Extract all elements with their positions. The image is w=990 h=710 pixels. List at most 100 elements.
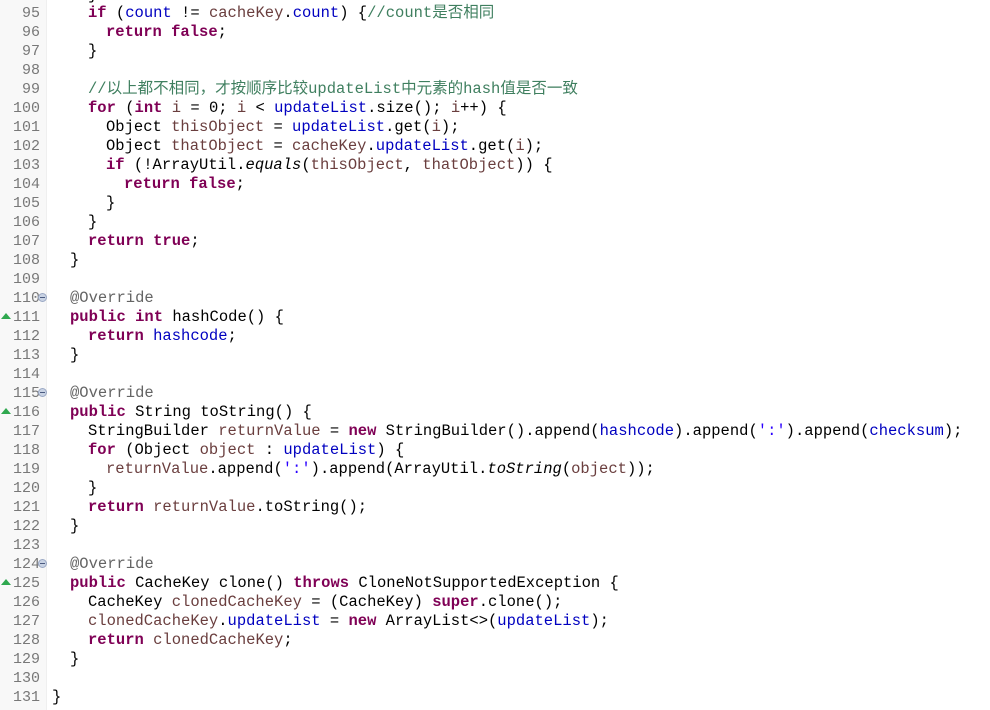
code-line[interactable]: 108} <box>0 251 990 270</box>
code-line[interactable]: 104 return false; <box>0 175 990 194</box>
code-text: = <box>320 422 349 440</box>
code-line[interactable]: 125 public CacheKey clone() throws CloneN… <box>0 574 990 593</box>
code-line[interactable]: 113} <box>0 346 990 365</box>
line-number: 117 <box>12 423 40 440</box>
code-text: , <box>403 156 423 174</box>
field: updateList <box>227 612 321 630</box>
annotation: @Override <box>70 289 154 307</box>
collapse-fold-icon[interactable] <box>38 293 47 302</box>
code-text: = 0; <box>181 99 237 117</box>
code-text: . <box>218 612 228 630</box>
line-number: 98 <box>21 62 40 79</box>
collapse-fold-icon[interactable] <box>38 559 47 568</box>
local-variable: returnValue <box>218 422 321 440</box>
code-line[interactable]: 105} <box>0 194 990 213</box>
code-content: @Override <box>70 384 154 403</box>
code-text: } <box>70 650 80 668</box>
code-line[interactable]: 120} <box>0 479 990 498</box>
line-number: 115 <box>12 385 40 402</box>
code-text: ; <box>283 631 293 649</box>
static-method: equals <box>245 156 302 174</box>
code-content: } <box>88 42 97 61</box>
override-marker-icon[interactable] <box>1 579 11 585</box>
code-text: String toString() { <box>125 403 312 421</box>
code-line[interactable]: 116 public String toString() { <box>0 403 990 422</box>
code-text: . <box>366 137 376 155</box>
field: count <box>292 4 340 22</box>
code-line[interactable]: 109 <box>0 270 990 289</box>
code-line[interactable]: 106} <box>0 213 990 232</box>
code-line[interactable]: 124 @Override <box>0 555 990 574</box>
code-line[interactable]: 110 @Override <box>0 289 990 308</box>
code-text: .get( <box>468 137 516 155</box>
code-line[interactable]: 98 <box>0 61 990 80</box>
code-line[interactable]: 101 Object thisObject = updateList.get(i)… <box>0 118 990 137</box>
keyword: false <box>171 23 218 41</box>
code-line[interactable]: 118 for (Object object : updateList) { <box>0 441 990 460</box>
code-text: .get( <box>385 118 432 136</box>
code-line[interactable]: 121 return returnValue.toString(); <box>0 498 990 517</box>
code-line[interactable]: 123 <box>0 536 990 555</box>
code-content: } <box>70 517 79 536</box>
code-line[interactable]: 129} <box>0 650 990 669</box>
code-line[interactable]: 119 returnValue.append(':').append(ArrayU… <box>0 460 990 479</box>
line-number: 104 <box>12 176 40 193</box>
static-method: toString <box>487 460 562 478</box>
code-line[interactable]: 127 clonedCacheKey.updateList = new Array… <box>0 612 990 631</box>
code-text: ( <box>115 99 135 117</box>
code-line[interactable]: 112 return hashcode; <box>0 327 990 346</box>
code-content: clonedCacheKey.updateList = new ArrayLis… <box>88 612 609 631</box>
code-content: return false; <box>106 23 227 42</box>
keyword: new <box>348 612 377 630</box>
code-editor[interactable]: } 95if (count != cacheKey.count) {//coun… <box>0 0 990 710</box>
code-content: return false; <box>124 175 245 194</box>
code-line[interactable]: 102 Object thatObject = cacheKey.updateLi… <box>0 137 990 156</box>
keyword: int <box>135 308 164 326</box>
code-content: Object thisObject = updateList.get(i); <box>106 118 460 137</box>
code-text: ++) { <box>460 99 507 117</box>
override-marker-icon[interactable] <box>1 313 11 319</box>
line-number: 110 <box>12 290 40 307</box>
line-number: 95 <box>21 5 40 22</box>
collapse-fold-icon[interactable] <box>38 388 47 397</box>
keyword: public <box>70 574 126 592</box>
line-number: 122 <box>12 518 40 535</box>
code-text: ; <box>227 327 237 345</box>
code-line[interactable]: 97} <box>0 42 990 61</box>
code-text: } <box>106 194 116 212</box>
local-variable: thatObject <box>422 156 516 174</box>
code-line[interactable]: 128 return clonedCacheKey; <box>0 631 990 650</box>
local-variable: thatObject <box>171 137 265 155</box>
code-line[interactable]: 100 for (int i = 0; i < updateList.size()… <box>0 99 990 118</box>
code-line[interactable]: 130 <box>0 669 990 688</box>
code-content: return clonedCacheKey; <box>88 631 293 650</box>
annotation: @Override <box>70 384 154 402</box>
code-content: returnValue.append(':').append(ArrayUtil… <box>106 460 655 479</box>
code-line[interactable]: 103 if (!ArrayUtil.equals(thisObject, tha… <box>0 156 990 175</box>
override-marker-icon[interactable] <box>1 408 11 414</box>
code-line[interactable]: 114 <box>0 365 990 384</box>
code-text: ; <box>217 23 227 41</box>
code-line[interactable]: 117 StringBuilder returnValue = new Strin… <box>0 422 990 441</box>
local-variable: object <box>571 460 627 478</box>
line-number: 99 <box>21 81 40 98</box>
code-content: public int hashCode() { <box>70 308 284 327</box>
code-text: ); <box>590 612 609 630</box>
code-line[interactable]: 99 //以上都不相同，才按顺序比较updateList中元素的hash值是否一致 <box>0 80 990 99</box>
code-line[interactable]: 111 public int hashCode() { <box>0 308 990 327</box>
code-text: . <box>283 4 293 22</box>
code-text: ) { <box>339 4 368 22</box>
code-line[interactable]: 115 @Override <box>0 384 990 403</box>
code-line[interactable]: 96 return false; <box>0 23 990 42</box>
code-line[interactable]: 126 CacheKey clonedCacheKey = (CacheKey) … <box>0 593 990 612</box>
code-line[interactable]: 95 if (count != cacheKey.count) {//count是… <box>0 4 990 23</box>
line-number: 105 <box>12 195 40 212</box>
code-text: StringBuilder().append( <box>376 422 600 440</box>
code-line[interactable]: 107 return true; <box>0 232 990 251</box>
keyword: return <box>88 232 144 250</box>
code-line[interactable]: 122} <box>0 517 990 536</box>
code-line[interactable]: 131} <box>0 688 990 707</box>
